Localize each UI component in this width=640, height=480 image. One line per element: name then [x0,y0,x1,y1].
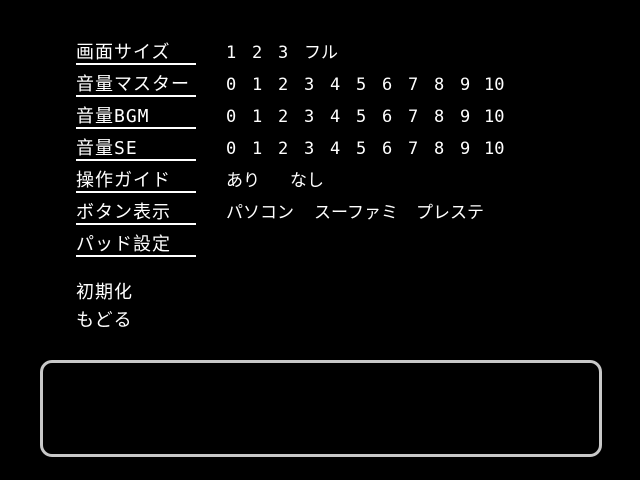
volume-se-row: 音量SE 0 1 2 3 4 5 6 7 8 9 10 [0,138,640,162]
volume-se-option-0[interactable]: 0 [226,138,236,160]
volume-se-option-4[interactable]: 4 [330,138,340,160]
volume-bgm-option-10[interactable]: 10 [484,106,504,128]
message-box [40,360,602,457]
volume-se-option-9[interactable]: 9 [460,138,470,160]
volume-master-option-8[interactable]: 8 [434,74,444,96]
button-display-label[interactable]: ボタン表示 [76,202,196,225]
volume-se-option-2[interactable]: 2 [278,138,288,160]
screen-size-option-1[interactable]: 1 [226,42,236,64]
screen-size-option-2[interactable]: 2 [252,42,262,64]
volume-bgm-option-7[interactable]: 7 [408,106,418,128]
button-display-option-sfc[interactable]: スーファミ [314,202,398,224]
pad-settings-row: パッド設定 [0,234,640,258]
volume-se-option-7[interactable]: 7 [408,138,418,160]
volume-master-option-3[interactable]: 3 [304,74,314,96]
volume-se-option-10[interactable]: 10 [484,138,504,160]
back-button[interactable]: もどる [76,310,133,332]
pad-settings-label[interactable]: パッド設定 [76,234,196,257]
screen-size-option-3[interactable]: 3 [278,42,288,64]
control-guide-option-on[interactable]: あり [226,170,260,192]
button-display-option-ps[interactable]: プレステ [416,202,484,224]
volume-master-row: 音量マスター 0 1 2 3 4 5 6 7 8 9 10 [0,74,640,98]
control-guide-row: 操作ガイド あり なし [0,170,640,194]
screen-size-label[interactable]: 画面サイズ [76,42,196,65]
volume-se-label[interactable]: 音量SE [76,138,196,161]
volume-se-option-3[interactable]: 3 [304,138,314,160]
volume-bgm-label[interactable]: 音量BGM [76,106,196,129]
volume-bgm-option-8[interactable]: 8 [434,106,444,128]
button-display-option-pc[interactable]: パソコン [226,202,294,224]
volume-se-option-6[interactable]: 6 [382,138,392,160]
volume-bgm-option-9[interactable]: 9 [460,106,470,128]
volume-se-option-1[interactable]: 1 [252,138,262,160]
button-display-row: ボタン表示 パソコン スーファミ プレステ [0,202,640,226]
initialize-button[interactable]: 初期化 [76,282,133,304]
volume-bgm-option-1[interactable]: 1 [252,106,262,128]
volume-bgm-option-3[interactable]: 3 [304,106,314,128]
volume-master-option-4[interactable]: 4 [330,74,340,96]
volume-bgm-option-5[interactable]: 5 [356,106,366,128]
volume-bgm-option-4[interactable]: 4 [330,106,340,128]
control-guide-label[interactable]: 操作ガイド [76,170,196,193]
volume-bgm-option-6[interactable]: 6 [382,106,392,128]
volume-bgm-row: 音量BGM 0 1 2 3 4 5 6 7 8 9 10 [0,106,640,130]
volume-master-option-10[interactable]: 10 [484,74,504,96]
volume-master-label[interactable]: 音量マスター [76,74,196,97]
volume-master-option-9[interactable]: 9 [460,74,470,96]
volume-master-option-5[interactable]: 5 [356,74,366,96]
volume-bgm-option-2[interactable]: 2 [278,106,288,128]
volume-master-option-1[interactable]: 1 [252,74,262,96]
control-guide-option-off[interactable]: なし [290,170,324,192]
volume-se-option-8[interactable]: 8 [434,138,444,160]
screen-size-option-full[interactable]: フル [304,42,338,64]
volume-master-option-0[interactable]: 0 [226,74,236,96]
volume-se-option-5[interactable]: 5 [356,138,366,160]
volume-master-option-7[interactable]: 7 [408,74,418,96]
volume-master-option-2[interactable]: 2 [278,74,288,96]
volume-bgm-option-0[interactable]: 0 [226,106,236,128]
screen-size-row: 画面サイズ 1 2 3 フル [0,42,640,66]
volume-master-option-6[interactable]: 6 [382,74,392,96]
